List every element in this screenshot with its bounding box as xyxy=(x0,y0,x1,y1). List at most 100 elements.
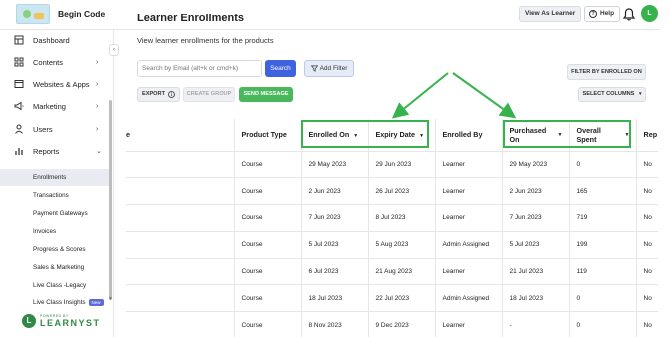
sort-down-icon[interactable]: ▼ xyxy=(625,132,630,138)
table-cell: Admin Assigned xyxy=(435,231,503,259)
powered-brand: LEARNYST xyxy=(40,318,101,328)
chevron-right-icon: › xyxy=(96,102,99,110)
table-row[interactable]: Course 2 Jun 2023 26 Jul 2023 Learner 2 Jun … xyxy=(126,177,658,206)
table-cell xyxy=(126,204,235,232)
sort-down-icon[interactable]: ▼ xyxy=(419,133,424,139)
table-cell: 2 Jun 2023 xyxy=(502,177,570,206)
table-cell: No xyxy=(636,177,658,206)
send-message-button[interactable]: SEND MESSAGE xyxy=(239,87,293,102)
table-cell: 0 xyxy=(569,311,637,337)
column-header-enrolled-by[interactable]: Enrolled By xyxy=(435,119,503,152)
sort-down-icon[interactable]: ▼ xyxy=(353,133,358,139)
sidebar-item-dashboard[interactable]: Dashboard xyxy=(0,30,114,50)
enrollments-table-container: e Product Type Enrolled On ▼ Expiry Date ▼… xyxy=(126,119,658,337)
sidebar-subitem-live-class-legacy[interactable]: Live Class -Legacy xyxy=(33,282,86,289)
column-header-overall-spent[interactable]: Overall Spent ▼ xyxy=(569,119,637,152)
table-cell xyxy=(126,284,235,313)
sidebar-item-marketing[interactable]: Marketing › xyxy=(0,96,114,116)
table-cell: 29 Jun 2023 xyxy=(368,151,436,179)
dashboard-icon xyxy=(14,35,24,45)
sidebar-item-label: Marketing xyxy=(33,101,66,111)
column-header-product-type[interactable]: Product Type xyxy=(234,119,302,152)
table-row[interactable]: Course 7 Jun 2023 8 Jul 2023 Learner 7 Jun 2… xyxy=(126,204,658,232)
table-cell xyxy=(126,311,235,337)
column-header-label: Product Type xyxy=(241,130,287,140)
school-logo[interactable] xyxy=(16,4,50,24)
sidebar-item-contents[interactable]: Contents › xyxy=(0,52,114,72)
table-row[interactable]: Course 5 Jul 2023 5 Aug 2023 Admin Assigned… xyxy=(126,231,658,259)
arrow-left xyxy=(391,72,449,119)
help-button[interactable]: ? Help xyxy=(584,6,621,22)
table-cell: No xyxy=(636,151,658,179)
bell-icon[interactable] xyxy=(623,8,635,21)
column-header-label: Overall Spent xyxy=(576,125,601,144)
sidebar-item-reports[interactable]: Reports ⌄ xyxy=(0,141,114,161)
page-subtitle: View learner enrollments for the product… xyxy=(137,36,274,45)
table-cell: 21 Aug 2023 xyxy=(368,258,436,286)
select-columns-button[interactable]: SELECT COLUMNS ▾ xyxy=(578,87,646,102)
table-cell: 18 Jul 2023 xyxy=(301,284,369,313)
question-icon: ? xyxy=(589,10,597,18)
table-row[interactable]: Course 6 Jul 2023 21 Aug 2023 Learner 21 Jul… xyxy=(126,258,658,286)
sidebar-subitem-enrollments[interactable]: Enrollments xyxy=(33,174,66,181)
column-header-expiry-date[interactable]: Expiry Date ▼ xyxy=(368,119,436,152)
column-header-label: Expiry Date xyxy=(375,130,416,140)
table-cell: 0 xyxy=(569,151,637,179)
sidebar-subitem-progress-scores[interactable]: Progress & Scores xyxy=(33,246,86,253)
add-filter-button[interactable]: Add Filter xyxy=(304,60,354,77)
table-cell: 29 May 2023 xyxy=(502,151,570,179)
table-cell: Learner xyxy=(435,204,503,232)
powered-by-logo: L POWERED BY LEARNYST xyxy=(22,311,102,331)
collapse-sidebar-button[interactable]: ‹ xyxy=(109,44,119,56)
table-header-row: e Product Type Enrolled On ▼ Expiry Date ▼… xyxy=(126,119,658,152)
table-cell: Course xyxy=(234,231,302,259)
chevron-right-icon: › xyxy=(96,58,99,66)
table-row[interactable]: Course 8 Nov 2023 9 Dec 2023 Learner -0 No xyxy=(126,311,658,337)
column-header-rep[interactable]: Rep xyxy=(636,119,658,152)
enrollments-table: e Product Type Enrolled On ▼ Expiry Date ▼… xyxy=(126,119,658,337)
sidebar-item-label: Dashboard xyxy=(33,35,70,45)
sidebar-item-websites[interactable]: Websites & Apps › xyxy=(0,74,114,94)
table-cell: 22 Jul 2023 xyxy=(368,284,436,313)
sidebar-subitem-invoices[interactable]: Invoices xyxy=(33,228,56,235)
column-header[interactable]: e xyxy=(126,119,235,152)
sidebar-item-label: Contents xyxy=(33,57,64,67)
sidebar-subitem-payment-gateways[interactable]: Payment Gateways xyxy=(33,210,88,217)
column-header-purchased-on[interactable]: Purchased On ▼ xyxy=(502,119,570,152)
sidebar-subitem-sales-marketing[interactable]: Sales & Marketing xyxy=(33,264,84,271)
table-cell: No xyxy=(636,231,658,259)
sidebar-subitem-transactions[interactable]: Transactions xyxy=(33,192,69,199)
table-cell: 8 Nov 2023 xyxy=(301,311,369,337)
table-cell: 719 xyxy=(569,204,637,232)
learnyst-logo-icon: L xyxy=(22,314,36,328)
megaphone-icon xyxy=(14,101,24,111)
table-cell: No xyxy=(636,311,658,337)
create-group-button[interactable]: CREATE GROUP xyxy=(183,87,235,102)
table-cell: 2 Jun 2023 xyxy=(301,177,369,206)
website-icon xyxy=(14,79,24,89)
new-badge: New xyxy=(88,299,104,306)
avatar[interactable]: L xyxy=(641,5,658,22)
chevron-down-icon: ⌄ xyxy=(96,148,102,155)
scroll-down-arrow-icon[interactable]: ▼ xyxy=(108,296,113,302)
sidebar-subitem-live-class-insights[interactable]: Live Class Insights New xyxy=(33,299,104,306)
column-header-enrolled-on[interactable]: Enrolled On ▼ xyxy=(301,119,369,152)
filter-icon xyxy=(310,65,318,72)
view-as-learner-button[interactable]: View As Learner xyxy=(519,6,582,22)
search-button[interactable]: Search xyxy=(265,60,296,77)
sidebar-item-users[interactable]: Users › xyxy=(0,119,114,139)
column-header-label: Purchased On xyxy=(509,125,547,144)
table-cell: 29 May 2023 xyxy=(301,151,369,179)
table-cell: - xyxy=(502,311,570,337)
export-button[interactable]: EXPORT i xyxy=(137,87,180,102)
search-input[interactable] xyxy=(137,60,262,77)
sidebar-scrollbar[interactable] xyxy=(109,100,112,300)
table-cell: 21 Jul 2023 xyxy=(502,258,570,286)
table-cell xyxy=(126,231,235,259)
app-window: Begin Code View As Learner ? Help L Dash… xyxy=(0,0,670,337)
table-row[interactable]: Course 29 May 2023 29 Jun 2023 Learner 29 Ma… xyxy=(126,151,658,179)
sort-down-icon[interactable]: ▼ xyxy=(558,132,563,138)
table-cell: 119 xyxy=(569,258,637,286)
table-row[interactable]: Course 18 Jul 2023 22 Jul 2023 Admin Assign… xyxy=(126,284,658,313)
filter-by-enrolled-on-button[interactable]: FILTER BY ENROLLED ON xyxy=(567,64,646,80)
